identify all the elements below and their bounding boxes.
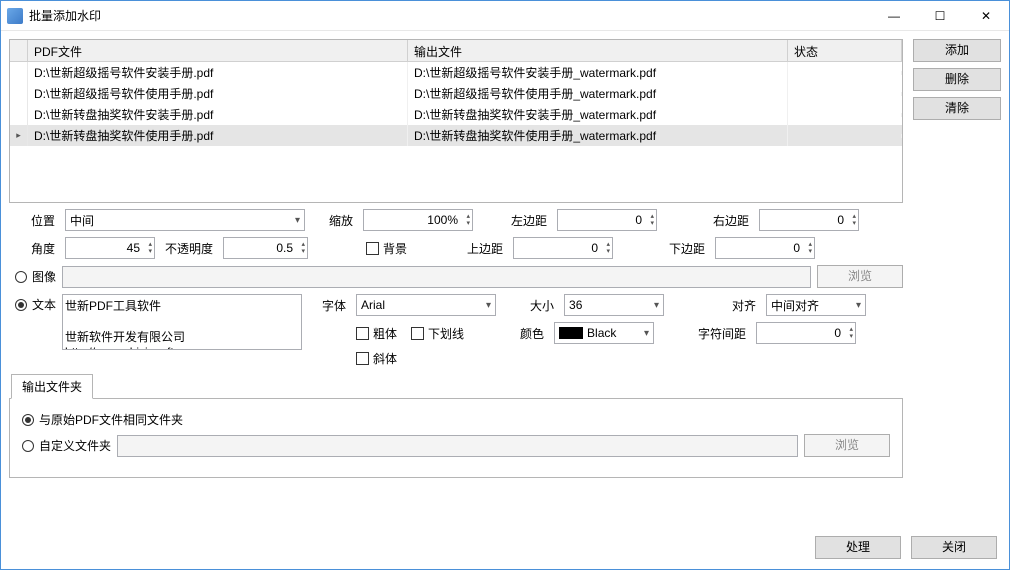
cell-status [788,92,902,96]
grid-header: PDF文件 输出文件 状态 [10,40,902,62]
align-combo[interactable]: 中间对齐 [766,294,866,316]
cell-output: D:\世新超级摇号软件使用手册_watermark.pdf [408,83,788,104]
col-header-pdf[interactable]: PDF文件 [28,40,408,62]
image-path-input [62,266,811,288]
bold-checkbox[interactable]: 粗体 [356,325,397,342]
cell-status [788,113,902,117]
label-opacity: 不透明度 [161,240,217,257]
opacity-spinner[interactable]: 0.5 [223,237,308,259]
char-spacing-spinner[interactable]: 0 [756,322,856,344]
size-combo[interactable]: 36 [564,294,664,316]
label-char-spacing: 字符间距 [660,325,750,342]
table-row[interactable]: D:\世新超级摇号软件安装手册.pdfD:\世新超级摇号软件安装手册_water… [10,62,902,83]
image-radio[interactable]: 图像 [15,268,56,285]
cell-status [788,134,902,138]
scale-spinner[interactable]: 100% [363,209,473,231]
label-scale: 缩放 [311,212,357,229]
label-right-margin: 右边距 [663,212,753,229]
bottom-margin-spinner[interactable]: 0 [715,237,815,259]
table-row[interactable]: D:\世新转盘抽奖软件使用手册.pdfD:\世新转盘抽奖软件使用手册_water… [10,125,902,146]
italic-checkbox[interactable]: 斜体 [356,350,397,367]
browse-image-button: 浏览 [817,265,903,288]
col-header-output[interactable]: 输出文件 [408,40,788,62]
label-left-margin: 左边距 [479,212,551,229]
window-title: 批量添加水印 [29,7,871,24]
cell-output: D:\世新转盘抽奖软件使用手册_watermark.pdf [408,125,788,146]
same-folder-radio[interactable]: 与原始PDF文件相同文件夹 [22,411,183,428]
watermark-text-input[interactable] [62,294,302,350]
label-size: 大小 [502,297,558,314]
label-color: 颜色 [470,325,548,342]
label-angle: 角度 [9,240,59,257]
font-combo[interactable]: Arial [356,294,496,316]
color-combo[interactable]: Black [554,322,654,344]
custom-folder-radio[interactable]: 自定义文件夹 [22,437,111,454]
cell-pdf: D:\世新超级摇号软件使用手册.pdf [28,83,408,104]
minimize-button[interactable]: — [871,1,917,30]
file-grid[interactable]: PDF文件 输出文件 状态 D:\世新超级摇号软件安装手册.pdfD:\世新超级… [9,39,903,203]
position-combo[interactable]: 中间 [65,209,305,231]
app-icon [7,8,23,24]
label-bottom-margin: 下边距 [619,240,709,257]
cell-pdf: D:\世新转盘抽奖软件安装手册.pdf [28,104,408,125]
table-row[interactable]: D:\世新转盘抽奖软件安装手册.pdfD:\世新转盘抽奖软件安装手册_water… [10,104,902,125]
underline-checkbox[interactable]: 下划线 [411,325,464,342]
label-align: 对齐 [670,297,760,314]
table-row[interactable]: D:\世新超级摇号软件使用手册.pdfD:\世新超级摇号软件使用手册_water… [10,83,902,104]
output-folder-tab[interactable]: 输出文件夹 [11,374,93,399]
add-button[interactable]: 添加 [913,39,1001,62]
text-radio[interactable]: 文本 [15,296,56,313]
right-margin-spinner[interactable]: 0 [759,209,859,231]
process-button[interactable]: 处理 [815,536,901,559]
cell-pdf: D:\世新转盘抽奖软件使用手册.pdf [28,125,408,146]
browse-folder-button: 浏览 [804,434,890,457]
cell-status [788,71,902,75]
titlebar: 批量添加水印 — ☐ ✕ [1,1,1009,31]
label-position: 位置 [9,212,59,229]
background-checkbox[interactable]: 背景 [366,240,407,257]
delete-button[interactable]: 删除 [913,68,1001,91]
col-header-status[interactable]: 状态 [788,40,902,62]
cell-pdf: D:\世新超级摇号软件安装手册.pdf [28,62,408,83]
maximize-button[interactable]: ☐ [917,1,963,30]
cell-output: D:\世新转盘抽奖软件安装手册_watermark.pdf [408,104,788,125]
close-button[interactable]: 关闭 [911,536,997,559]
close-window-button[interactable]: ✕ [963,1,1009,30]
left-margin-spinner[interactable]: 0 [557,209,657,231]
cell-output: D:\世新超级摇号软件安装手册_watermark.pdf [408,62,788,83]
top-margin-spinner[interactable]: 0 [513,237,613,259]
custom-folder-input [117,435,798,457]
label-top-margin: 上边距 [413,240,507,257]
clear-button[interactable]: 清除 [913,97,1001,120]
angle-spinner[interactable]: 45 [65,237,155,259]
label-font: 字体 [308,297,350,314]
